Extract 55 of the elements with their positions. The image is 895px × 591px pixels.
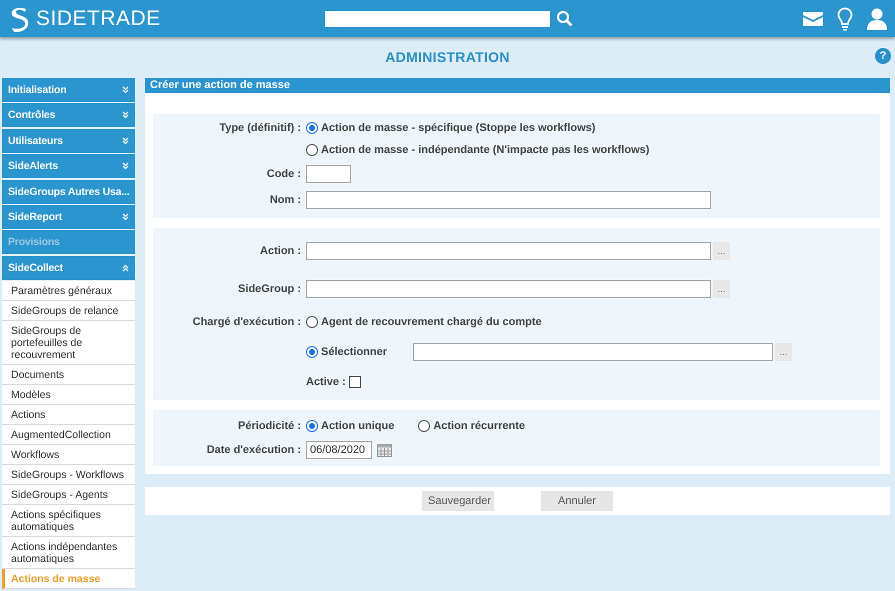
sidebar-item[interactable]: Modèles [2, 385, 135, 406]
lightbulb-icon[interactable] [837, 6, 853, 30]
chevron-icon [122, 162, 129, 170]
calendar-icon[interactable] [377, 444, 392, 456]
sidebar-item[interactable]: SideGroups - Workflows [2, 465, 135, 486]
field-label: Action : [259, 245, 302, 257]
logo-text: SIDETRADE [36, 6, 161, 30]
sidebar-item[interactable]: SideGroups de portefeuilles de recouvrement [2, 321, 135, 366]
name-field[interactable] [306, 191, 711, 209]
lookup-field[interactable] [306, 280, 711, 298]
date-field[interactable]: 06/08/2020 [306, 441, 372, 459]
browse-button[interactable]: ... [775, 343, 792, 361]
form-button[interactable]: Sauvegarder [422, 491, 494, 511]
checkbox[interactable] [348, 376, 361, 388]
chevron-icon [122, 111, 129, 120]
radio-option[interactable]: Action de masse - spécifique (Stoppe les workflows) [306, 122, 650, 134]
radio-option[interactable]: Action unique [306, 420, 394, 432]
field-label: Nom : [268, 194, 302, 206]
browse-button[interactable]: ... [713, 280, 730, 298]
sidebar-item[interactable]: Paramètres généraux [2, 281, 135, 302]
lookup-field[interactable] [306, 242, 711, 260]
sidebar-item[interactable]: AugmentedCollection [2, 425, 135, 446]
field-label: Type (définitif) : [218, 122, 302, 134]
field-label: SideGroup : [237, 283, 302, 295]
radio-option[interactable]: Sélectionner [306, 346, 388, 358]
radio-option[interactable]: Action de masse - indépendante (N'impacte pas les workflows) [306, 144, 650, 156]
form-button[interactable]: Annuler [541, 491, 613, 511]
search-icon[interactable] [556, 10, 573, 27]
checkbox-label: Active : [306, 376, 346, 388]
field-label: Périodicité : [237, 420, 302, 432]
radio-option[interactable]: Action récurrente [418, 420, 526, 432]
mail-icon[interactable] [803, 12, 823, 26]
sidebar-item[interactable]: Actions indépendantes automatiques [2, 537, 135, 570]
chevron-icon [122, 264, 129, 272]
chevron-icon [122, 86, 129, 94]
sidebar-item[interactable]: Actions spécifiques automatiques [2, 505, 135, 538]
agent-field[interactable] [413, 343, 774, 361]
sidebar-item[interactable]: Workflows [2, 445, 135, 466]
form-title: Créer une action de masse [145, 78, 890, 93]
user-icon[interactable] [867, 8, 887, 30]
radio-option[interactable]: Agent de recouvrement chargé du compte [306, 316, 542, 328]
sidebar-item[interactable]: SideGroups de relance [2, 301, 135, 322]
field-label: Code : [266, 168, 302, 180]
page-title: ADMINISTRATION [385, 49, 510, 65]
field-label: Chargé d'exécution : [192, 316, 302, 328]
chevron-icon [122, 136, 129, 145]
browse-button[interactable]: ... [713, 242, 730, 260]
field-label: Date d'exécution : [206, 444, 302, 456]
code-field[interactable] [306, 165, 351, 183]
help-icon[interactable]: ? [875, 48, 891, 64]
sidebar-item[interactable]: SideGroups - Agents [2, 485, 135, 506]
sidebar-item[interactable]: Documents [2, 365, 135, 386]
chevron-icon [122, 212, 129, 221]
search-field[interactable] [325, 10, 550, 26]
sidebar-item[interactable]: Actions [2, 405, 135, 426]
